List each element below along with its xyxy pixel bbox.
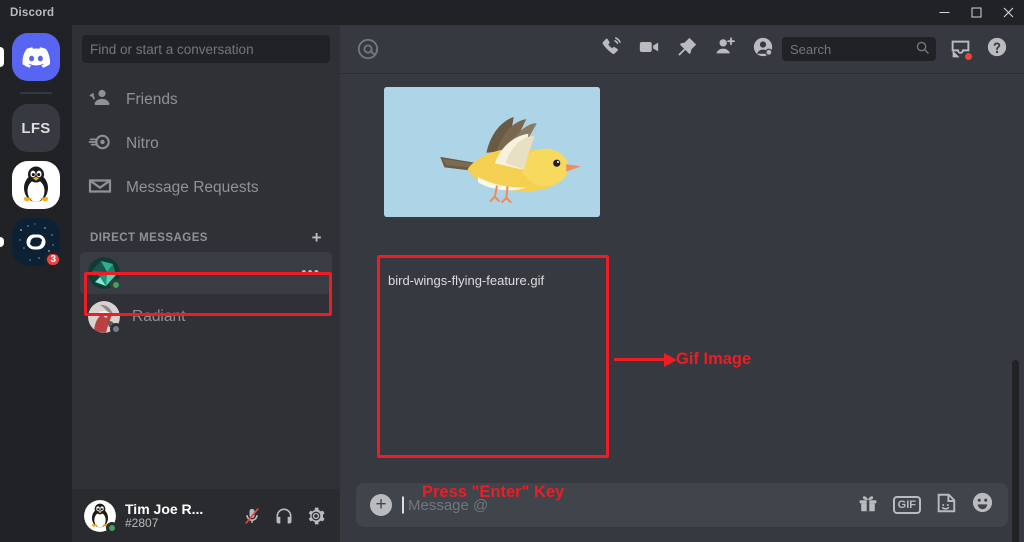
dm-nav: Friends Nitro Message Requests (72, 73, 340, 211)
chat-header-actions (600, 36, 774, 63)
direct-messages-label: DIRECT MESSAGES (90, 231, 208, 244)
dm-list: ••• Radiant (72, 252, 340, 340)
server-unread-badge: 3 (44, 251, 62, 268)
server-linux-button[interactable] (12, 161, 60, 209)
penguin-avatar-icon (12, 161, 60, 209)
find-conversation-placeholder: Find or start a conversation (90, 41, 254, 57)
dm-row-radiant-label: Radiant (132, 308, 186, 325)
inbox-icon[interactable] (950, 39, 973, 61)
help-icon[interactable] (986, 36, 1008, 63)
user-controls (242, 506, 332, 526)
minimize-button[interactable] (928, 0, 960, 25)
sidebar-item-message-requests-label: Message Requests (126, 179, 259, 196)
user-name: Tim Joe R... (125, 500, 204, 517)
discord-window: Discord LFS 3 Find or start a conversati… (0, 0, 1024, 542)
sidebar-item-nitro[interactable]: Nitro (80, 123, 332, 165)
friends-icon (88, 86, 112, 115)
settings-gear-icon[interactable] (306, 506, 326, 526)
status-online-indicator (106, 521, 118, 534)
chat-search-input[interactable]: Search (782, 37, 936, 61)
chat-header: Search (340, 25, 1024, 73)
composer-actions: GIF (857, 491, 994, 519)
server-item-home[interactable] (0, 33, 72, 81)
server-item-lfs[interactable]: LFS (0, 104, 72, 152)
user-discriminator: #2807 (125, 515, 159, 530)
direct-messages-header: DIRECT MESSAGES + (72, 211, 340, 252)
attach-file-button[interactable]: + (370, 494, 392, 516)
inbox-unread-dot (964, 51, 973, 61)
dm-row-radiant[interactable]: Radiant (80, 296, 332, 338)
emoji-icon[interactable] (971, 491, 994, 519)
window-controls (928, 0, 1024, 25)
message-attachment[interactable]: bird-wings-flying-feature.gif (384, 87, 600, 288)
close-button[interactable] (992, 0, 1024, 25)
sidebar-item-nitro-label: Nitro (126, 135, 159, 152)
avatar[interactable] (84, 499, 118, 534)
headphones-icon[interactable] (274, 506, 294, 526)
pinned-messages-icon[interactable] (676, 36, 698, 63)
message-list: bird-wings-flying-feature.gif (340, 73, 1024, 542)
sidebar-item-friends-label: Friends (126, 91, 178, 108)
server-unread-pill (0, 237, 4, 247)
nitro-icon (88, 130, 112, 159)
status-online-indicator (110, 279, 122, 291)
bird-image (384, 87, 600, 217)
search-icon (915, 40, 930, 58)
user-profile-icon[interactable] (752, 36, 774, 63)
maximize-button[interactable] (960, 0, 992, 25)
voice-call-icon[interactable] (600, 36, 622, 63)
avatar (88, 257, 122, 291)
server-lfs-button[interactable]: LFS (12, 104, 60, 152)
chat-search-placeholder: Search (790, 41, 832, 57)
dm-row-selected[interactable]: ••• (80, 252, 332, 294)
text-caret (402, 496, 404, 514)
server-selected-pill (0, 47, 4, 67)
server-item-linux[interactable] (0, 161, 72, 209)
rail-divider (20, 92, 52, 94)
sidebar-item-friends[interactable]: Friends (80, 79, 332, 121)
sticker-icon[interactable] (935, 492, 957, 519)
gift-icon[interactable] (857, 492, 879, 519)
message-composer: + Message @ GIF (340, 468, 1024, 542)
user-meta: Tim Joe R... #2807 (125, 501, 242, 531)
server-rail: LFS 3 (0, 25, 72, 542)
gif-preview[interactable] (384, 87, 600, 217)
gif-icon[interactable]: GIF (892, 496, 921, 514)
dm-sidebar: Find or start a conversation Friends Nit… (72, 25, 340, 542)
sidebar-item-message-requests[interactable]: Message Requests (80, 167, 332, 209)
server-lfs-label: LFS (21, 119, 51, 137)
microphone-muted-icon[interactable] (242, 506, 262, 526)
annotation-press-enter-label: Press "Enter" Key (422, 483, 565, 501)
video-call-icon[interactable] (638, 36, 660, 63)
title-bar: Discord (0, 0, 1024, 25)
discord-home-button[interactable] (12, 33, 60, 81)
create-dm-button[interactable]: + (312, 229, 322, 246)
dm-search-wrapper: Find or start a conversation (72, 25, 340, 73)
avatar (88, 301, 122, 335)
attachment-filename[interactable]: bird-wings-flying-feature.gif (384, 273, 600, 288)
find-conversation-input[interactable]: Find or start a conversation (82, 35, 330, 63)
server-item-space[interactable]: 3 (0, 218, 72, 268)
user-panel: Tim Joe R... #2807 (72, 489, 340, 542)
discord-logo-icon (22, 46, 50, 68)
app-title: Discord (10, 6, 55, 19)
envelope-icon (88, 174, 112, 203)
chat-header-right (950, 36, 1016, 63)
status-offline-indicator (110, 323, 122, 335)
add-friend-icon[interactable] (714, 36, 736, 63)
chat-area: Search bird-wings-flying-feature.gif + M… (340, 25, 1024, 542)
mention-at-icon (356, 37, 380, 61)
